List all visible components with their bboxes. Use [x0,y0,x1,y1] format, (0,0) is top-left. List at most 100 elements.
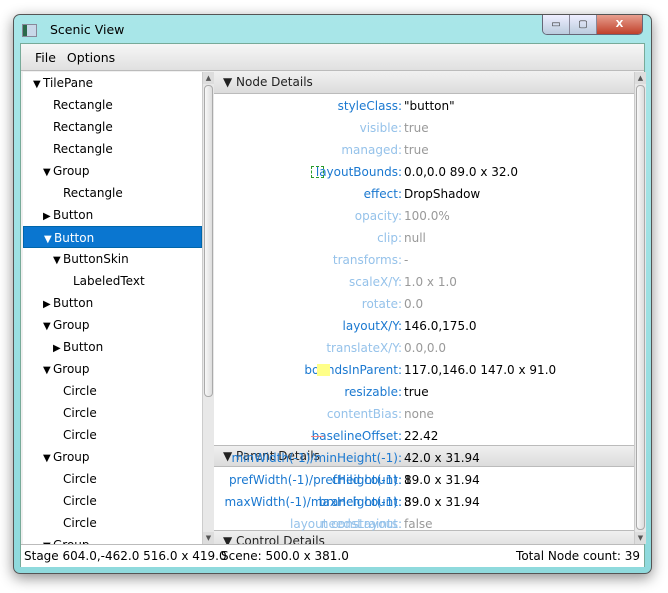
tree-item[interactable]: ▶ Button [23,292,202,314]
tree-item[interactable]: ▼Group [23,446,202,468]
property-row: clip: null [214,227,634,249]
property-value: 0.0 [404,297,424,311]
property-row: effect: DropShadow [214,183,634,205]
tree-item[interactable]: LabeledText [23,270,202,292]
property-label: translateX/Y: [326,341,402,355]
property-label: contentBias: [326,407,402,421]
tree-item-label: LabeledText [73,274,145,288]
tree-item-label: TilePane [43,76,94,90]
tree-item-label: Group [53,318,90,332]
expanded-arrow-icon[interactable]: ▼ [43,316,53,338]
property-value: 0.0,0.0 89.0 x 32.0 [404,165,518,179]
tree-item-label: Rectangle [53,98,113,112]
tree-item[interactable]: ▼ ButtonSkin [23,248,202,270]
property-label: branch count: [318,495,402,509]
property-row: needsLayout: false [214,513,634,535]
section-title: Node Details [236,75,313,89]
close-button[interactable]: X [597,15,642,34]
tree-item[interactable]: ▼Group [23,160,202,182]
property-value: true [404,385,429,399]
property-value: - [404,253,409,267]
property-value: 0.0,0.0 [404,341,446,355]
expanded-arrow-icon[interactable]: ▼ [43,536,53,544]
tree-item-label: Circle [63,516,97,530]
property-label: baselineOffset: [311,429,402,443]
property-label: opacity: [354,209,402,223]
property-label: layoutBounds: [315,165,402,179]
collapsed-arrow-icon[interactable]: ▶ [43,206,53,228]
tree-item[interactable]: Rectangle [23,138,202,160]
property-value: "button" [404,99,455,113]
tree-item[interactable]: Circle [23,424,202,446]
tree-item-label: Circle [63,472,97,486]
details-scrollbar[interactable]: ▲ ▼ [634,72,646,544]
tree-item-label: Group [53,164,90,178]
tree-item-label: Circle [63,428,97,442]
property-label: needsLayout: [320,517,402,531]
property-label: effect: [363,187,402,201]
property-value: true [404,143,429,157]
details-panel: ▼ Node Details ▼ Parent Details ▼ Contro… [214,72,634,544]
section-node-details[interactable]: ▼ Node Details [214,72,634,94]
tree-item[interactable]: Rectangle [23,182,202,204]
scroll-down-icon[interactable]: ▼ [635,532,646,544]
property-value: null [404,231,426,245]
tree-item[interactable]: Circle [23,468,202,490]
property-row: visible: true [214,117,634,139]
tree-item[interactable]: Circle [23,380,202,402]
scroll-thumb[interactable] [204,85,213,397]
property-row: resizable: true [214,381,634,403]
tree-item[interactable]: ▶ Button [23,204,202,226]
property-row: boundsInParent: 117.0,146.0 147.0 x 91.0 [214,359,634,381]
expanded-arrow-icon[interactable]: ▼ [43,448,53,470]
tree-item[interactable]: ▶ Button [23,336,202,358]
collapsed-arrow-icon[interactable]: ▶ [53,338,63,360]
property-value: 3 [404,495,412,509]
tree-item-label: Group [53,450,90,464]
tree-item[interactable]: Circle [23,490,202,512]
tree-item[interactable]: Circle [23,402,202,424]
app-window: Scenic View ▭ ▢ X File Options ▼ TilePane… [13,14,652,574]
tree-item-label: Group [53,362,90,376]
expanded-arrow-icon[interactable]: ▼ [53,250,63,272]
menu-bar: File Options [21,44,644,71]
menu-options[interactable]: Options [67,50,115,65]
collapsed-arrow-icon[interactable]: ▶ [43,294,53,316]
property-row: rotate: 0.0 [214,293,634,315]
minimize-button[interactable]: ▭ [543,15,570,34]
property-row: minWidth(-1)/minHeight(-1): 42.0 x 31.94 [214,447,634,469]
tree-item[interactable]: ▼ TilePane [23,72,202,94]
tree-item[interactable]: ▼Group [23,358,202,380]
scroll-thumb[interactable] [636,85,645,530]
tree-item[interactable]: Rectangle [23,116,202,138]
baseline-swatch-icon[interactable] [311,436,324,437]
tree-item[interactable]: Rectangle [23,94,202,116]
expanded-arrow-icon[interactable]: ▼ [33,74,43,96]
stage-info: Stage 604.0,-462.0 516.0 x 419.0 [24,549,227,563]
expanded-arrow-icon[interactable]: ▼ [43,162,53,184]
menu-file[interactable]: File [35,50,56,65]
tree-item[interactable]: ▼Group [23,534,202,544]
scroll-down-icon[interactable]: ▼ [203,532,214,544]
tree-item[interactable]: ▼ Button [23,226,202,248]
scroll-up-icon[interactable]: ▲ [203,72,214,84]
property-row: branch count: 3 [214,491,634,513]
tree-item-label: ButtonSkin [63,252,129,266]
property-label: managed: [341,143,402,157]
maximize-button[interactable]: ▢ [570,15,597,34]
scroll-up-icon[interactable]: ▲ [635,72,646,84]
scene-tree: ▼ TilePane Rectangle Rectangle Rectangle ▼ Gro… [23,72,202,544]
tree-item[interactable]: ▼Group [23,314,202,336]
tree-item-label: Circle [63,384,97,398]
property-label: minWidth(-1)/minHeight(-1): [231,451,402,465]
layout-bounds-swatch-icon[interactable] [311,166,324,178]
expanded-arrow-icon[interactable]: ▼ [43,360,53,382]
tree-item[interactable]: Circle [23,512,202,534]
property-label: styleClass: [337,99,402,113]
property-row: opacity: 100.0% [214,205,634,227]
bounds-in-parent-swatch-icon[interactable] [317,364,330,376]
tree-scrollbar[interactable]: ▲ ▼ [202,72,214,544]
property-value: 1 [404,473,412,487]
triangle-down-icon: ▼ [223,534,237,544]
tree-item-label: Circle [63,494,97,508]
